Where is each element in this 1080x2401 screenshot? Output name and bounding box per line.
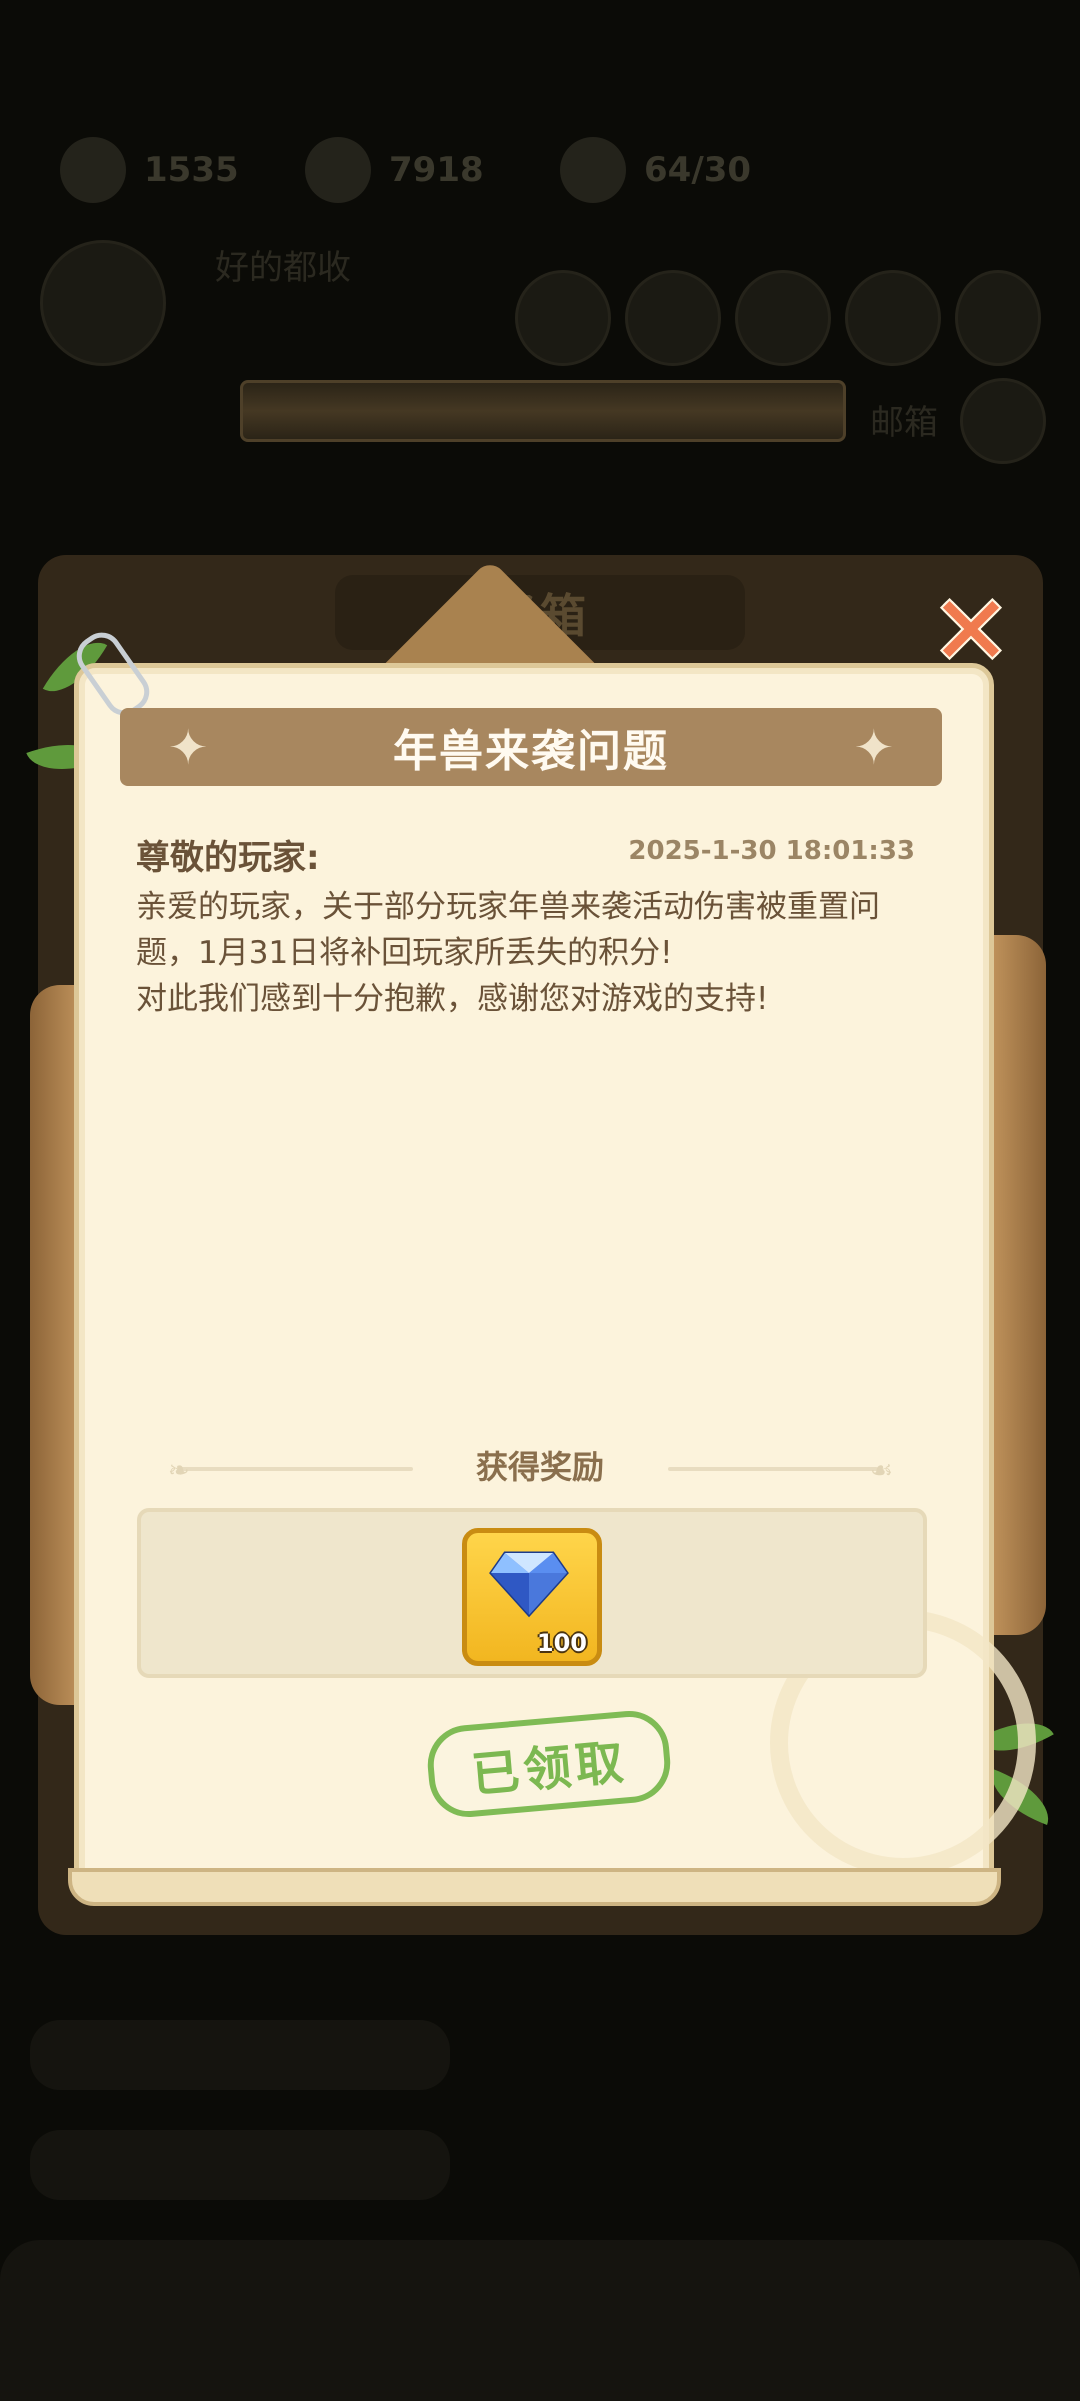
mail-title-banner: ✦ 年兽来袭问题 ✦ xyxy=(120,708,942,786)
player-name: 好的都收 xyxy=(215,248,351,288)
gem-resource-count: 1535 xyxy=(144,150,239,190)
mail-title: 年兽来袭问题 xyxy=(393,726,669,777)
mail-timestamp: 2025-1-30 18:01:33 xyxy=(628,836,915,866)
energy-resource-count: 64/30 xyxy=(644,150,752,190)
claimed-label: 已领取 xyxy=(469,1734,630,1804)
mail-shortcut-icon xyxy=(960,378,1046,464)
mail-shortcut-label: 邮箱 xyxy=(870,403,938,443)
menu-icon-1 xyxy=(515,270,611,366)
coin-resource-count: 7918 xyxy=(389,150,484,190)
gem-resource: 1535 xyxy=(60,120,239,220)
reward-title: 获得奖励 xyxy=(475,1448,604,1486)
diamond-icon xyxy=(489,1551,569,1618)
energy-resource: 64/30 xyxy=(560,120,751,220)
gem-resource-icon xyxy=(60,137,126,203)
mail-body: 亲爱的玩家，关于部分玩家年兽来袭活动伤害被重置问题，1月31日将补回玩家所丢失的… xyxy=(136,889,880,1017)
menu-icon-4 xyxy=(845,270,941,366)
avatar xyxy=(40,240,166,366)
reward-item[interactable]: 100 xyxy=(462,1528,602,1666)
energy-resource-icon xyxy=(560,137,626,203)
coin-resource: 7918 xyxy=(305,120,484,220)
reward-item-count: 100 xyxy=(536,1629,587,1657)
menu-icon-5 xyxy=(955,270,1041,366)
bg-row-1 xyxy=(30,2020,450,2090)
sparkle-icon-left: ✦ xyxy=(168,720,209,776)
progress-bar-bg xyxy=(240,380,846,442)
bg-row-2 xyxy=(30,2130,450,2200)
menu-icon-2 xyxy=(625,270,721,366)
bottom-nav-bg xyxy=(0,2240,1080,2401)
paper-curl xyxy=(68,1868,1001,1906)
mail-greeting: 尊敬的玩家: xyxy=(136,838,320,878)
menu-icon-3 xyxy=(735,270,831,366)
coin-resource-icon xyxy=(305,137,371,203)
sparkle-icon-right: ✦ xyxy=(853,720,894,776)
